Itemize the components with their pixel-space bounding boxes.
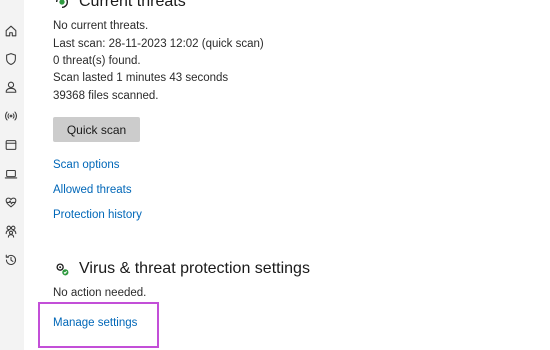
- wifi-icon[interactable]: [3, 108, 19, 124]
- settings-gear-icon: [53, 260, 71, 278]
- current-threats-title: Current threats: [79, 0, 186, 10]
- scan-duration-text: Scan lasted 1 minutes 43 seconds: [53, 72, 229, 84]
- threats-found-text: 0 threat(s) found.: [53, 55, 141, 67]
- quick-scan-button[interactable]: Quick scan: [53, 117, 140, 142]
- person-icon[interactable]: [3, 79, 19, 95]
- no-threats-text: No current threats.: [53, 20, 149, 32]
- scan-options-link[interactable]: Scan options: [53, 159, 120, 171]
- settings-heading: Virus & threat protection settings: [53, 260, 310, 278]
- home-icon[interactable]: [3, 23, 19, 39]
- settings-status-text: No action needed.: [53, 287, 147, 299]
- last-scan-text: Last scan: 28-11-2023 12:02 (quick scan): [53, 38, 264, 50]
- family-icon[interactable]: [3, 223, 19, 239]
- allowed-threats-link[interactable]: Allowed threats: [53, 184, 132, 196]
- laptop-icon[interactable]: [3, 166, 19, 182]
- app-browser-icon[interactable]: [3, 137, 19, 153]
- files-scanned-text: 39368 files scanned.: [53, 90, 159, 102]
- main-content: Current threats No current threats. Last…: [53, 0, 550, 350]
- heart-icon[interactable]: [3, 194, 19, 210]
- history-icon[interactable]: [3, 252, 19, 268]
- protection-history-link[interactable]: Protection history: [53, 209, 142, 221]
- refresh-shield-icon: [53, 0, 71, 11]
- current-threats-heading: Current threats: [53, 0, 186, 11]
- sidebar: [0, 0, 24, 350]
- settings-title: Virus & threat protection settings: [79, 260, 310, 277]
- highlight-box: [38, 302, 159, 348]
- shield-icon[interactable]: [3, 51, 19, 67]
